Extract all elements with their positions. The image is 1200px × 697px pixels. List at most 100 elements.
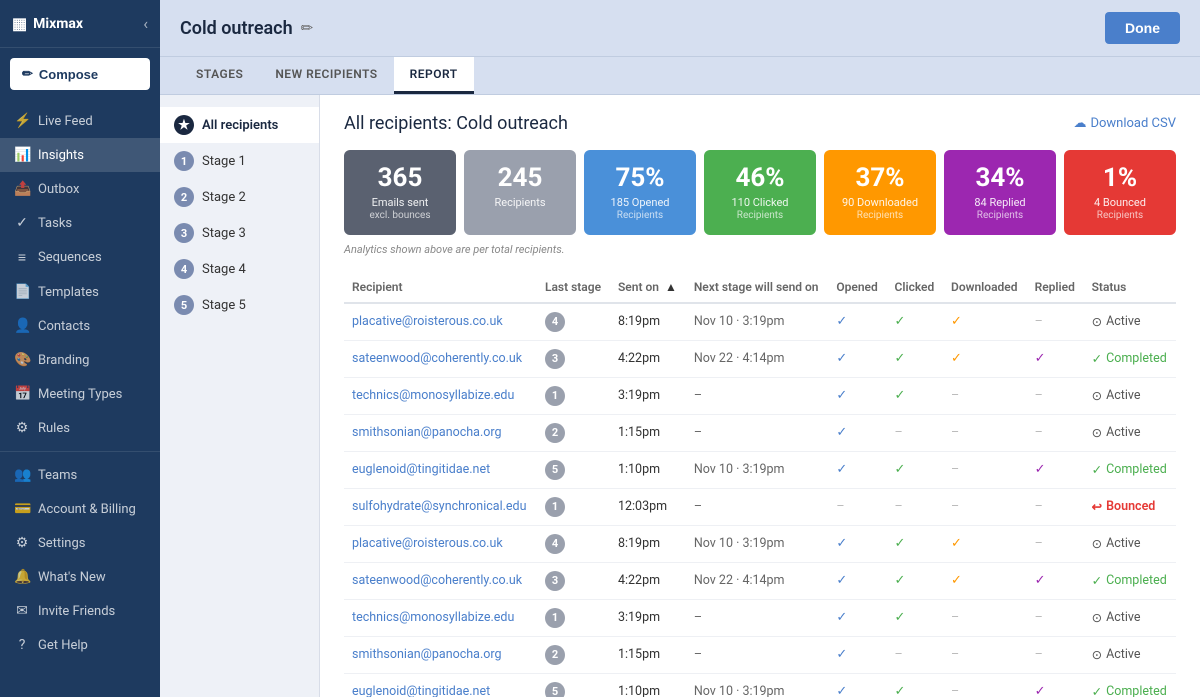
sidebar-item-sequences[interactable]: ≡ Sequences	[0, 240, 160, 275]
done-button[interactable]: Done	[1105, 12, 1180, 44]
logo: ▦ Mixmax	[12, 14, 83, 33]
panel-item-stage1[interactable]: 1 Stage 1	[160, 143, 319, 179]
sidebar-item-invite-friends[interactable]: ✉ Invite Friends	[0, 594, 160, 628]
sidebar-item-settings[interactable]: ⚙ Settings	[0, 526, 160, 560]
cell-downloaded: –	[943, 414, 1027, 451]
check-icon: ✓	[1092, 351, 1102, 367]
cloud-download-icon: ☁	[1073, 116, 1086, 131]
sidebar-item-branding[interactable]: 🎨 Branding	[0, 343, 160, 377]
cell-sent-on: 1:15pm	[610, 636, 686, 673]
cell-recipient: euglenoid@tingitidae.net	[344, 451, 537, 488]
sidebar-item-get-help[interactable]: ? Get Help	[0, 628, 160, 662]
cell-replied: –	[1027, 488, 1084, 525]
status-active: ⊙ Active	[1092, 314, 1168, 330]
stage4-badge: 4	[174, 259, 194, 279]
cell-opened: ✓	[828, 451, 886, 488]
stat-recipients: 245 Recipients	[464, 150, 576, 235]
stage-number-badge: 3	[545, 571, 565, 591]
tasks-icon: ✓	[14, 215, 30, 231]
collapse-icon[interactable]: ‹	[143, 14, 148, 33]
download-csv-link[interactable]: ☁ Download CSV	[1073, 116, 1176, 131]
rules-icon: ⚙	[14, 420, 30, 436]
cell-downloaded: ✓	[943, 562, 1027, 599]
panel-item-stage4[interactable]: 4 Stage 4	[160, 251, 319, 287]
stats-row: 365 Emails sent excl. bounces 245 Recipi…	[344, 150, 1176, 235]
cell-replied: –	[1027, 599, 1084, 636]
sidebar-item-contacts[interactable]: 👤 Contacts	[0, 309, 160, 343]
sidebar-item-tasks[interactable]: ✓ Tasks	[0, 206, 160, 240]
cell-replied: ✓	[1027, 673, 1084, 697]
sidebar-nav: ⚡ Live Feed 📊 Insights 📤 Outbox ✓ Tasks …	[0, 100, 160, 697]
cell-next-stage: Nov 10 · 3:19pm	[686, 303, 829, 341]
col-downloaded: Downloaded	[943, 272, 1027, 303]
cell-next-stage: Nov 10 · 3:19pm	[686, 451, 829, 488]
cell-last-stage: 5	[537, 451, 610, 488]
check-green-icon: ✓	[895, 388, 906, 403]
check-green-icon: ✓	[895, 684, 906, 697]
cell-status: ↩ Bounced	[1084, 488, 1176, 525]
tabs-bar: Stages New Recipients Report	[160, 57, 1200, 95]
cell-last-stage: 5	[537, 673, 610, 697]
cell-recipient: placative@roisterous.co.uk	[344, 303, 537, 341]
cell-last-stage: 3	[537, 562, 610, 599]
edit-icon[interactable]: ✏	[301, 19, 314, 37]
cell-next-stage: Nov 22 · 4:14pm	[686, 340, 829, 377]
settings-icon: ⚙	[14, 535, 30, 551]
check-orange-icon: ✓	[951, 351, 962, 366]
logo-icon: ▦	[12, 14, 27, 33]
cell-opened: ✓	[828, 562, 886, 599]
sidebar-item-rules[interactable]: ⚙ Rules	[0, 411, 160, 445]
stat-emails-sent: 365 Emails sent excl. bounces	[344, 150, 456, 235]
cell-downloaded: ✓	[943, 303, 1027, 341]
sidebar-item-live-feed[interactable]: ⚡ Live Feed	[0, 104, 160, 138]
sidebar-item-whats-new[interactable]: 🔔 What's New	[0, 560, 160, 594]
report-title: All recipients: Cold outreach	[344, 113, 568, 134]
check-blue-icon: ✓	[836, 314, 847, 329]
cell-sent-on: 12:03pm	[610, 488, 686, 525]
sequences-icon: ≡	[14, 249, 30, 266]
check-purple-icon: ✓	[1035, 684, 1046, 697]
cell-downloaded: ✓	[943, 340, 1027, 377]
all-recipients-badge: ★	[174, 115, 194, 135]
check-blue-icon: ✓	[836, 388, 847, 403]
dash-icon: –	[951, 610, 959, 625]
sidebar: ▦ Mixmax ‹ ✏ Compose ⚡ Live Feed 📊 Insig…	[0, 0, 160, 697]
cell-opened: ✓	[828, 377, 886, 414]
table-row: placative@roisterous.co.uk 4 8:19pm Nov …	[344, 303, 1176, 341]
panel-item-stage2[interactable]: 2 Stage 2	[160, 179, 319, 215]
cell-clicked: ✓	[887, 377, 944, 414]
status-completed: ✓ Completed	[1092, 684, 1168, 697]
tab-new-recipients[interactable]: New Recipients	[259, 57, 393, 94]
sidebar-item-teams[interactable]: 👥 Teams	[0, 458, 160, 492]
dash-icon: –	[1035, 425, 1043, 440]
panel-item-stage5[interactable]: 5 Stage 5	[160, 287, 319, 323]
cell-replied: –	[1027, 303, 1084, 341]
panel-item-all[interactable]: ★ All recipients	[160, 107, 319, 143]
circle-icon: ⊙	[1092, 388, 1102, 404]
status-active: ⊙ Active	[1092, 647, 1168, 663]
cell-last-stage: 2	[537, 636, 610, 673]
stage3-badge: 3	[174, 223, 194, 243]
sidebar-item-outbox[interactable]: 📤 Outbox	[0, 172, 160, 206]
dash-icon: –	[951, 684, 959, 697]
tab-report[interactable]: Report	[394, 57, 474, 94]
cell-clicked: –	[887, 636, 944, 673]
col-sent-on[interactable]: Sent on ▲	[610, 272, 686, 303]
status-active: ⊙ Active	[1092, 388, 1168, 404]
cell-next-stage: –	[686, 377, 829, 414]
cell-opened: ✓	[828, 414, 886, 451]
bounce-icon: ↩	[1092, 499, 1102, 515]
cell-recipient: sulfohydrate@synchronical.edu	[344, 488, 537, 525]
sidebar-item-templates[interactable]: 📄 Templates	[0, 275, 160, 309]
col-clicked: Clicked	[887, 272, 944, 303]
cell-replied: –	[1027, 414, 1084, 451]
cell-opened: ✓	[828, 599, 886, 636]
panel-item-stage3[interactable]: 3 Stage 3	[160, 215, 319, 251]
compose-button[interactable]: ✏ Compose	[10, 58, 150, 90]
sidebar-item-account-billing[interactable]: 💳 Account & Billing	[0, 492, 160, 526]
tab-stages[interactable]: Stages	[180, 57, 259, 94]
table-row: sulfohydrate@synchronical.edu 1 12:03pm …	[344, 488, 1176, 525]
stage2-badge: 2	[174, 187, 194, 207]
sidebar-item-insights[interactable]: 📊 Insights	[0, 138, 160, 172]
sidebar-item-meeting-types[interactable]: 📅 Meeting Types	[0, 377, 160, 411]
